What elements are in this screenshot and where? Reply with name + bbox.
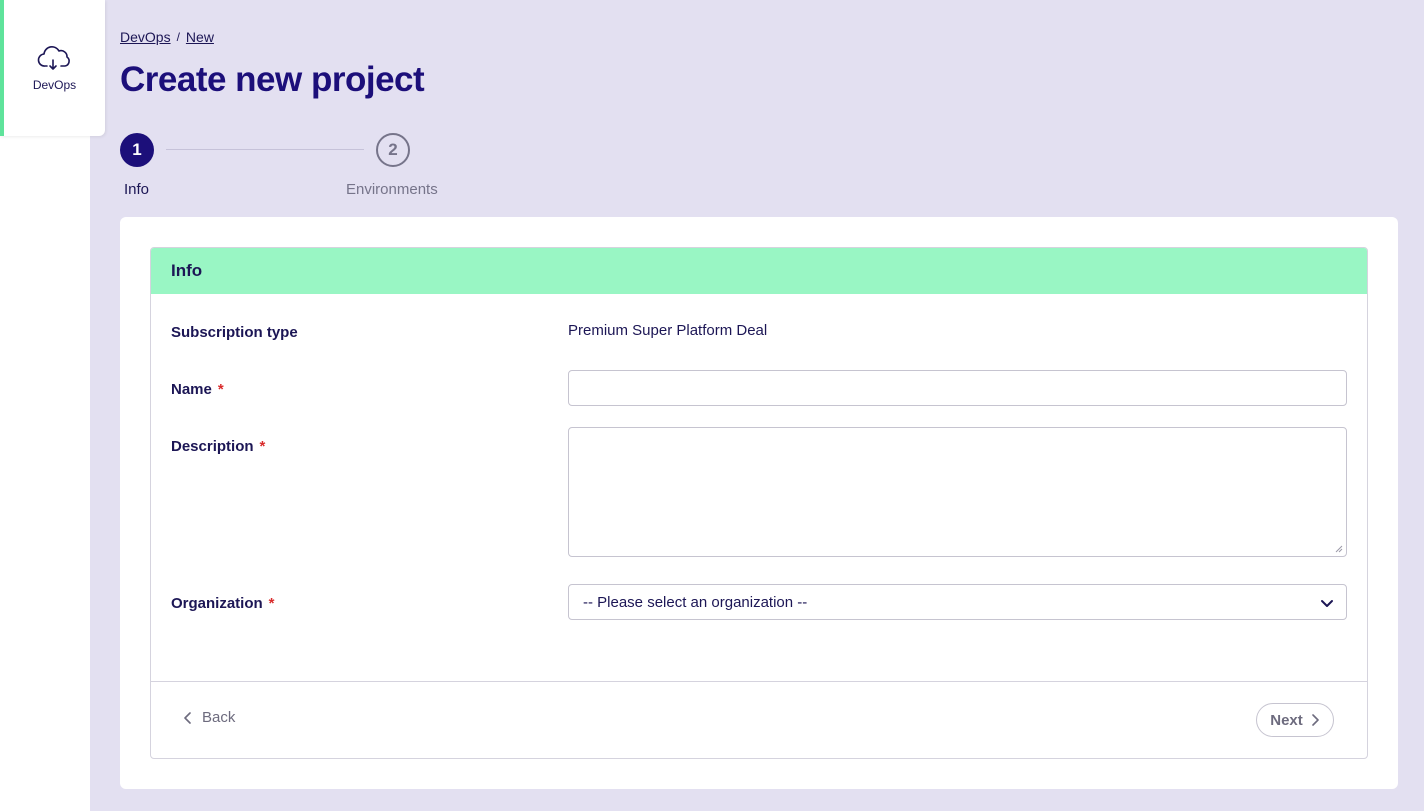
name-label: Name *	[171, 381, 224, 398]
form-card: Info Subscription type Premium Super Pla…	[120, 217, 1398, 789]
description-row: Description *	[171, 427, 1347, 557]
panel-footer: Back Next	[151, 681, 1367, 758]
page-title: Create new project	[120, 60, 425, 99]
sidebar-item-devops[interactable]: DevOps	[0, 0, 105, 136]
back-button-label: Back	[202, 709, 236, 726]
step-1-label: Info	[124, 181, 150, 198]
chevron-left-icon	[184, 711, 191, 724]
required-marker: *	[217, 381, 224, 398]
step-1-circle[interactable]: 1	[120, 133, 154, 167]
info-panel: Info Subscription type Premium Super Pla…	[150, 247, 1368, 759]
breadcrumb: DevOps / New	[120, 29, 214, 45]
sidebar: DevOps	[0, 0, 105, 811]
description-label: Description *	[171, 438, 266, 455]
step-connector	[166, 149, 364, 150]
breadcrumb-separator: /	[176, 30, 180, 44]
organization-select-value: -- Please select an organization --	[583, 593, 808, 611]
name-row: Name *	[171, 370, 1347, 406]
required-marker: *	[259, 438, 266, 455]
organization-label: Organization *	[171, 595, 275, 612]
back-button[interactable]: Back	[183, 709, 235, 726]
description-textarea[interactable]	[568, 427, 1347, 557]
name-input[interactable]	[568, 370, 1347, 406]
required-marker: *	[268, 595, 275, 612]
step-2-circle[interactable]: 2	[376, 133, 410, 167]
chevron-down-icon	[1321, 600, 1333, 607]
subscription-type-row: Subscription type Premium Super Platform…	[171, 322, 1347, 346]
organization-row: Organization * -- Please select an organi…	[171, 584, 1347, 620]
sidebar-item-label: DevOps	[32, 78, 77, 92]
breadcrumb-link-new[interactable]: New	[186, 29, 214, 45]
chevron-right-icon	[1311, 714, 1319, 726]
panel-header: Info	[151, 248, 1367, 294]
resize-grip-icon[interactable]	[1335, 545, 1343, 553]
cloud-icon	[37, 46, 70, 70]
organization-select[interactable]: -- Please select an organization --	[568, 584, 1347, 620]
next-button-label: Next	[1270, 711, 1303, 729]
step-2-label: Environments	[346, 181, 438, 198]
subscription-type-label: Subscription type	[171, 324, 298, 341]
next-button[interactable]: Next	[1256, 703, 1334, 737]
subscription-type-value: Premium Super Platform Deal	[568, 322, 768, 339]
breadcrumb-link-devops[interactable]: DevOps	[120, 29, 171, 45]
stepper: 1 2 Info Environments	[120, 133, 460, 203]
